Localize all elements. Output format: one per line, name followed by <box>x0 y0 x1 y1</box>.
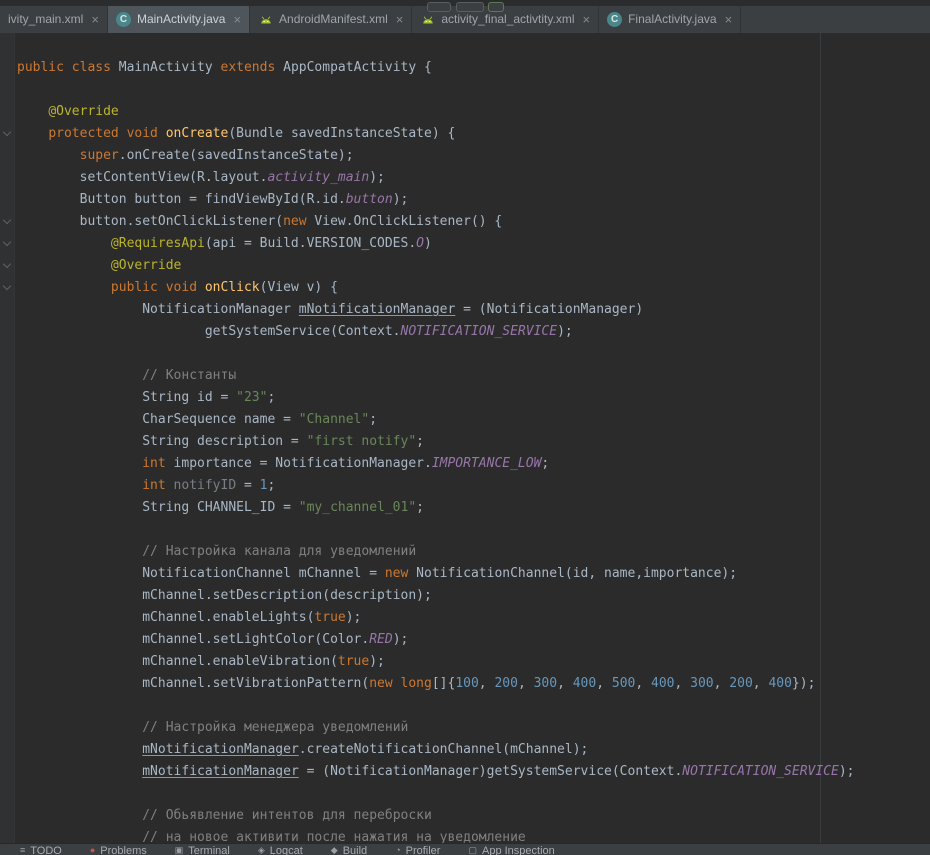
editor-area[interactable]: public class MainActivity extends AppCom… <box>0 33 930 843</box>
code-line: @Override <box>17 255 930 277</box>
tab-label: FinalActivity.java <box>628 6 716 33</box>
code-line: public class MainActivity extends AppCom… <box>17 57 930 79</box>
android-icon <box>420 12 435 27</box>
toolwindow-label: Logcat <box>270 845 303 855</box>
code-line: @Override <box>17 101 930 123</box>
fold-marker-icon[interactable] <box>3 261 11 269</box>
tab-label: AndroidManifest.xml <box>279 6 388 33</box>
tab-label: MainActivity.java <box>137 6 225 33</box>
toolwindow-button-app-inspection[interactable]: ▢ App Inspection <box>468 845 554 855</box>
status-bar: ≡ TODO ● Problems ▣ Terminal ◈ Logcat ◆ Build ◔ Pro… <box>0 843 930 855</box>
code-line: @RequiresApi(api = Build.VERSION_CODES.O… <box>17 233 930 255</box>
toolwindow-label: Build <box>343 845 367 855</box>
code-line: setContentView(R.layout.activity_main); <box>17 167 930 189</box>
class-icon: C <box>116 12 131 27</box>
code-line: int importance = NotificationManager.IMP… <box>17 453 930 475</box>
todo-icon: ≡ <box>20 845 25 855</box>
code-line <box>17 695 930 717</box>
close-tab-icon[interactable]: × <box>725 13 733 26</box>
code-content[interactable]: public class MainActivity extends AppCom… <box>15 33 930 843</box>
code-line: // Обьявление интентов для переброски <box>17 805 930 827</box>
code-line <box>17 519 930 541</box>
toolwindow-button-problems[interactable]: ● Problems <box>90 845 147 855</box>
tab-ivity-main-xml[interactable]: ivity_main.xml × <box>0 6 108 33</box>
code-line: Button button = findViewById(R.id.button… <box>17 189 930 211</box>
code-line: mNotificationManager = (NotificationMana… <box>17 761 930 783</box>
close-tab-icon[interactable]: × <box>233 13 241 26</box>
code-line: NotificationManager mNotificationManager… <box>17 299 930 321</box>
code-line <box>17 343 930 365</box>
code-line: protected void onCreate(Bundle savedInst… <box>17 123 930 145</box>
code-line: mChannel.enableVibration(true); <box>17 651 930 673</box>
toolwindow-button-logcat[interactable]: ◈ Logcat <box>258 845 303 855</box>
code-line: // на новое активити после нажатия на ув… <box>17 827 930 843</box>
tab-androidmanifest-xml[interactable]: AndroidManifest.xml × <box>250 6 412 33</box>
tab-mainactivity-java[interactable]: C MainActivity.java × <box>108 6 250 33</box>
code-line <box>17 783 930 805</box>
code-line: int notifyID = 1; <box>17 475 930 497</box>
toolwindow-button-todo[interactable]: ≡ TODO <box>20 845 62 855</box>
ide-window: ivity_main.xml×CMainActivity.java×Androi… <box>0 0 930 855</box>
fold-marker-icon[interactable] <box>3 129 11 137</box>
code-line: mNotificationManager.createNotificationC… <box>17 739 930 761</box>
toolwindow-button-build[interactable]: ◆ Build <box>331 845 367 855</box>
class-icon: C <box>607 12 622 27</box>
code-line: NotificationChannel mChannel = new Notif… <box>17 563 930 585</box>
toolwindow-label: App Inspection <box>482 845 555 855</box>
fold-marker-icon[interactable] <box>3 217 11 225</box>
toolwindow-label: Terminal <box>188 845 230 855</box>
code-line: // Настройка менеджера уведомлений <box>17 717 930 739</box>
toolbar-strip <box>0 0 930 6</box>
profiler-icon: ◔ <box>395 845 400 855</box>
code-line: getSystemService(Context.NOTIFICATION_SE… <box>17 321 930 343</box>
code-line: CharSequence name = "Channel"; <box>17 409 930 431</box>
fold-marker-icon[interactable] <box>3 239 11 247</box>
app-inspection-icon: ▢ <box>468 845 477 855</box>
code-line: String id = "23"; <box>17 387 930 409</box>
build-hammer-icon: ◆ <box>331 845 338 855</box>
toolwindow-label: Problems <box>100 845 146 855</box>
run-button-fragment <box>488 2 504 12</box>
close-tab-icon[interactable]: × <box>396 13 404 26</box>
code-line: mChannel.setDescription(description); <box>17 585 930 607</box>
problems-icon: ● <box>90 845 95 855</box>
code-line: public void onClick(View v) { <box>17 277 930 299</box>
tab-label: ivity_main.xml <box>8 6 83 33</box>
code-line: // Константы <box>17 365 930 387</box>
code-line: // Настройка канала для уведомлений <box>17 541 930 563</box>
toolwindow-button-terminal[interactable]: ▣ Terminal <box>175 845 230 855</box>
code-line: mChannel.setLightColor(Color.RED); <box>17 629 930 651</box>
fold-marker-icon[interactable] <box>3 283 11 291</box>
toolbar-fragment <box>427 2 451 12</box>
toolwindow-label: Profiler <box>406 845 441 855</box>
toolwindow-button-profiler[interactable]: ◔ Profiler <box>395 845 440 855</box>
code-line <box>17 79 930 101</box>
code-line: String CHANNEL_ID = "my_channel_01"; <box>17 497 930 519</box>
close-tab-icon[interactable]: × <box>91 13 99 26</box>
close-tab-icon[interactable]: × <box>583 13 591 26</box>
android-icon <box>258 12 273 27</box>
terminal-icon: ▣ <box>175 845 184 855</box>
code-line: String description = "first notify"; <box>17 431 930 453</box>
toolwindow-label: TODO <box>30 845 62 855</box>
toolbar-fragment <box>456 2 484 12</box>
code-line: button.setOnClickListener(new View.OnCli… <box>17 211 930 233</box>
tab-finalactivity-java[interactable]: C FinalActivity.java × <box>599 6 741 33</box>
code-line: super.onCreate(savedInstanceState); <box>17 145 930 167</box>
code-line: mChannel.enableLights(true); <box>17 607 930 629</box>
editor-gutter <box>0 33 15 843</box>
logcat-icon: ◈ <box>258 845 265 855</box>
code-scroll[interactable]: public class MainActivity extends AppCom… <box>15 33 930 843</box>
code-line: mChannel.setVibrationPattern(new long[]{… <box>17 673 930 695</box>
